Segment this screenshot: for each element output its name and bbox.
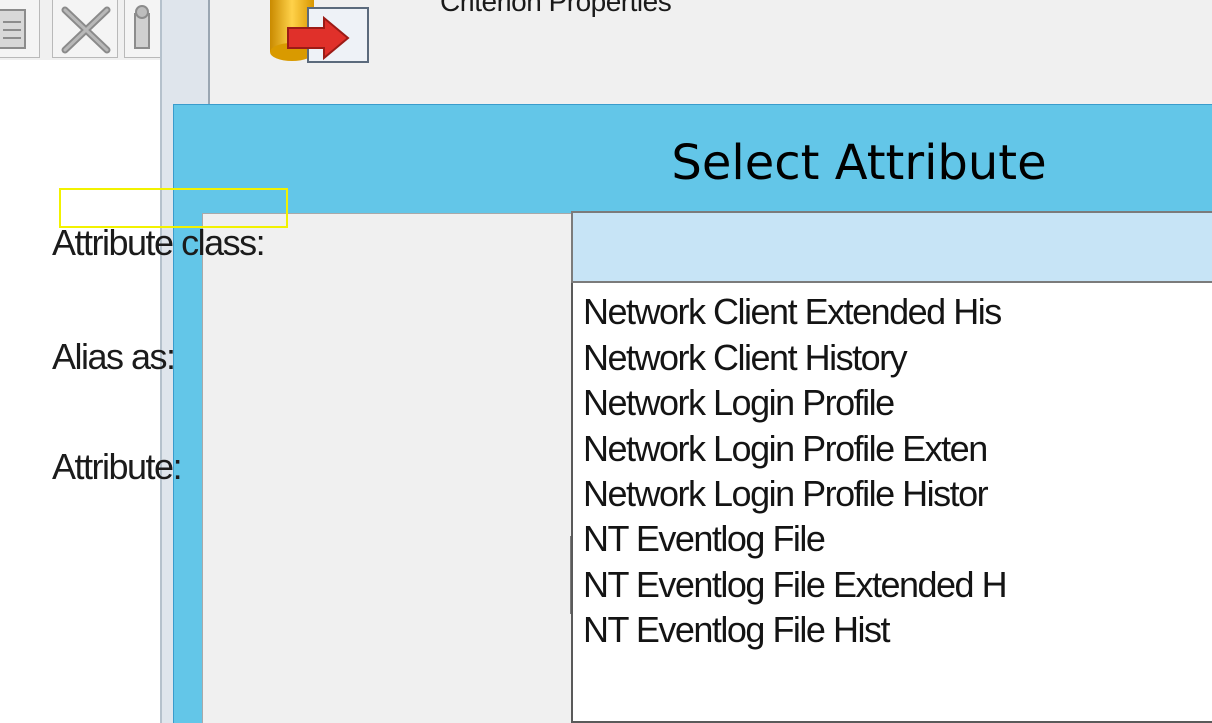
- toolbar: [0, 0, 164, 60]
- dropdown-option[interactable]: Network Client History: [583, 335, 908, 381]
- attribute-class-dropdown-list[interactable]: Network Client Extended His Network Clie…: [571, 283, 1212, 723]
- alias-as-label: Alias as:: [52, 336, 176, 377]
- delete-icon: [61, 6, 111, 54]
- left-pane: [0, 60, 160, 723]
- tool-icon: [134, 5, 150, 49]
- attribute-class-label: Attribute class:: [52, 222, 266, 263]
- dropdown-option[interactable]: Network Login Profile Exten: [583, 426, 988, 472]
- attribute-label: Attribute:: [52, 446, 183, 487]
- dropdown-option[interactable]: Network Login Profile: [583, 380, 895, 426]
- delete-button[interactable]: [52, 0, 118, 58]
- dialog-title: Select Attribute: [671, 135, 1047, 191]
- parent-window-title: Criterion Properties: [440, 0, 672, 17]
- properties-icon: [0, 9, 26, 49]
- dropdown-option[interactable]: NT Eventlog File Extended H: [583, 562, 1008, 608]
- dropdown-option[interactable]: Network Client Extended His: [583, 289, 1002, 335]
- dropdown-option[interactable]: NT Eventlog File Hist: [583, 607, 890, 653]
- tool-button[interactable]: [124, 0, 164, 58]
- attribute-class-combo[interactable]: [571, 211, 1212, 283]
- criterion-icon: [270, 0, 369, 63]
- dropdown-option[interactable]: Network Login Profile Histor: [583, 471, 989, 517]
- dropdown-option[interactable]: NT Eventlog File: [583, 516, 826, 562]
- selection-outline: [59, 188, 288, 228]
- properties-button[interactable]: [0, 0, 40, 58]
